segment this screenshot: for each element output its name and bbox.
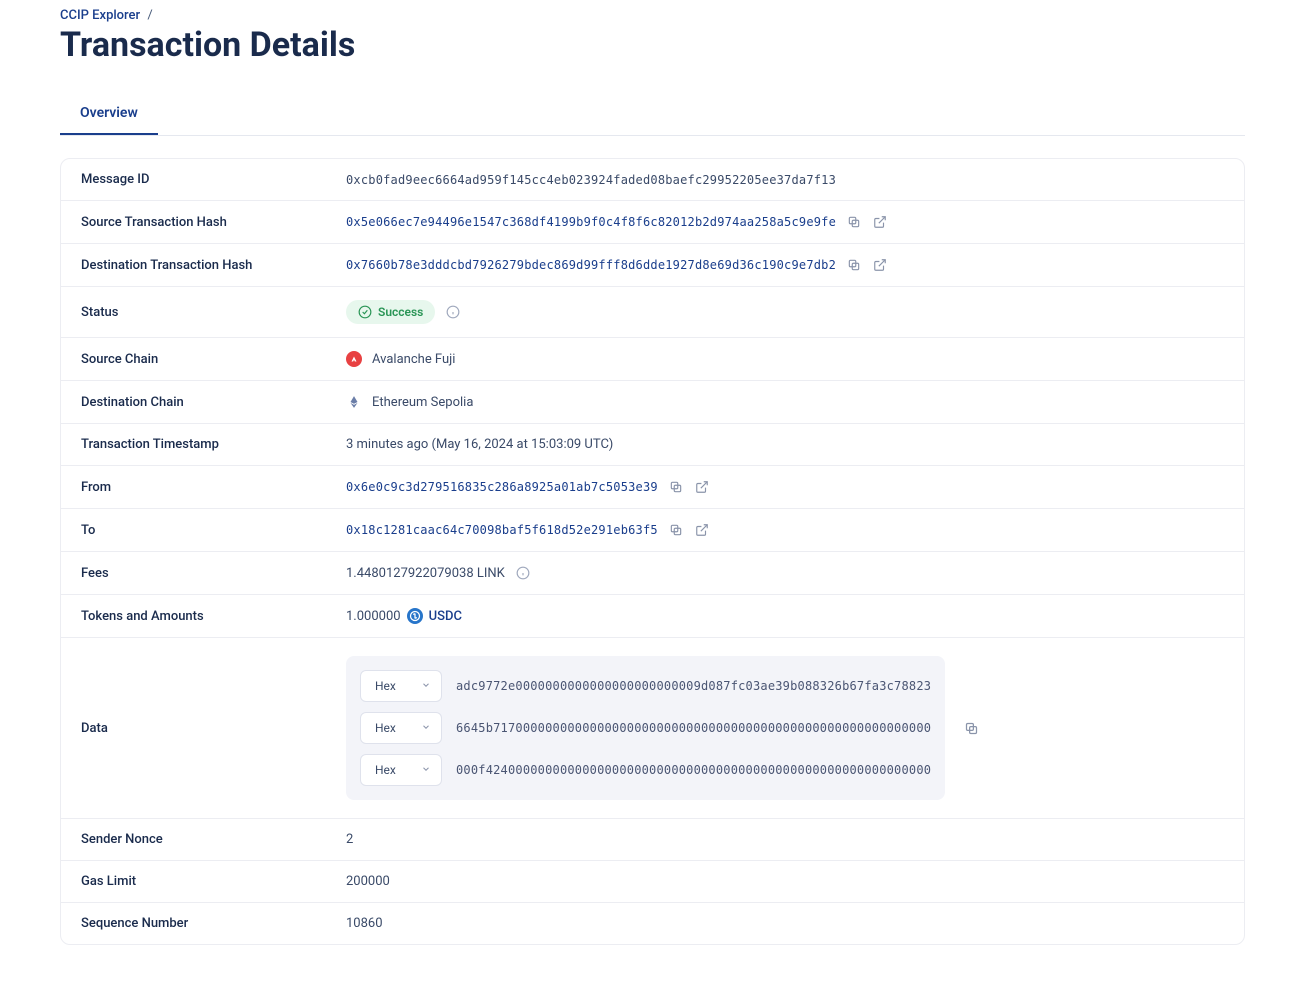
row-message-id: Message ID 0xcb0fad9eec6664ad959f145cc4e… (61, 159, 1244, 201)
copy-icon[interactable] (846, 257, 862, 273)
external-link-icon[interactable] (694, 522, 710, 538)
label-fees: Fees (81, 566, 346, 581)
label-status: Status (81, 305, 346, 320)
row-fees: Fees 1.4480127922079038 LINK (61, 552, 1244, 595)
data-panel: Hex adc9772e0000000000000000000000009d08… (346, 656, 945, 800)
copy-icon[interactable] (668, 522, 684, 538)
status-badge: Success (346, 300, 435, 324)
row-destination-tx-hash: Destination Transaction Hash 0x7660b78e3… (61, 244, 1244, 287)
transaction-details-card: Message ID 0xcb0fad9eec6664ad959f145cc4e… (60, 158, 1245, 945)
breadcrumb: CCIP Explorer / (60, 8, 1245, 23)
value-destination-chain: Ethereum Sepolia (372, 395, 473, 410)
data-row: Hex 000f42400000000000000000000000000000… (360, 754, 931, 786)
row-to: To 0x18c1281caac64c70098baf5f618d52e291e… (61, 509, 1244, 552)
row-from: From 0x6e0c9c3d279516835c286a8925a01ab7c… (61, 466, 1244, 509)
link-to-address[interactable]: 0x18c1281caac64c70098baf5f618d52e291eb63… (346, 523, 658, 537)
data-row: Hex 6645b7170000000000000000000000000000… (360, 712, 931, 744)
value-message-id: 0xcb0fad9eec6664ad959f145cc4eb023924fade… (346, 173, 1224, 187)
row-destination-chain: Destination Chain Ethereum Sepolia (61, 381, 1244, 424)
value-timestamp: 3 minutes ago (May 16, 2024 at 15:03:09 … (346, 437, 1224, 452)
row-sender-nonce: Sender Nonce 2 (61, 819, 1244, 861)
select-value: Hex (375, 763, 396, 777)
row-tokens: Tokens and Amounts 1.000000 USDC (61, 595, 1244, 638)
label-seq: Sequence Number (81, 916, 346, 931)
avalanche-chain-icon (346, 351, 362, 367)
row-gas-limit: Gas Limit 200000 (61, 861, 1244, 903)
data-hex-value: adc9772e0000000000000000000000009d087fc0… (456, 679, 931, 693)
breadcrumb-separator: / (147, 8, 152, 23)
ethereum-chain-icon (346, 394, 362, 410)
row-data: Data Hex adc9772e00000000000000000000000… (61, 638, 1244, 819)
data-row: Hex adc9772e0000000000000000000000009d08… (360, 670, 931, 702)
select-value: Hex (375, 721, 396, 735)
label-destination-chain: Destination Chain (81, 395, 346, 410)
value-source-chain: Avalanche Fuji (372, 352, 455, 367)
data-format-select[interactable]: Hex (360, 712, 442, 744)
value-seq: 10860 (346, 916, 1224, 931)
info-icon[interactable] (445, 304, 461, 320)
data-format-select[interactable]: Hex (360, 670, 442, 702)
data-hex-value: 000f424000000000000000000000000000000000… (456, 763, 931, 777)
label-data: Data (81, 721, 346, 736)
tab-overview[interactable]: Overview (60, 93, 158, 135)
link-source-tx-hash[interactable]: 0x5e066ec7e94496e1547c368df4199b9f0c4f8f… (346, 215, 836, 229)
check-circle-icon (358, 305, 372, 319)
copy-icon[interactable] (846, 214, 862, 230)
link-from-address[interactable]: 0x6e0c9c3d279516835c286a8925a01ab7c5053e… (346, 480, 658, 494)
external-link-icon[interactable] (694, 479, 710, 495)
label-gas: Gas Limit (81, 874, 346, 889)
row-timestamp: Transaction Timestamp 3 minutes ago (May… (61, 424, 1244, 466)
page-title: Transaction Details (60, 25, 1245, 65)
copy-icon[interactable] (668, 479, 684, 495)
data-format-select[interactable]: Hex (360, 754, 442, 786)
status-text: Success (378, 305, 423, 319)
label-from: From (81, 480, 346, 495)
chevron-down-icon (421, 763, 431, 777)
label-destination-tx-hash: Destination Transaction Hash (81, 258, 346, 273)
info-icon[interactable] (515, 565, 531, 581)
copy-icon[interactable] (963, 720, 979, 736)
chevron-down-icon (421, 721, 431, 735)
label-source-chain: Source Chain (81, 352, 346, 367)
external-link-icon[interactable] (872, 257, 888, 273)
label-timestamp: Transaction Timestamp (81, 437, 346, 452)
breadcrumb-root-link[interactable]: CCIP Explorer (60, 8, 140, 23)
label-source-tx-hash: Source Transaction Hash (81, 215, 346, 230)
label-nonce: Sender Nonce (81, 832, 346, 847)
chevron-down-icon (421, 679, 431, 693)
value-fees: 1.4480127922079038 LINK (346, 566, 505, 581)
token-amount: 1.000000 (346, 609, 401, 624)
row-status: Status Success (61, 287, 1244, 338)
external-link-icon[interactable] (872, 214, 888, 230)
token-symbol[interactable]: USDC (429, 609, 462, 624)
row-source-tx-hash: Source Transaction Hash 0x5e066ec7e94496… (61, 201, 1244, 244)
label-message-id: Message ID (81, 172, 346, 187)
link-destination-tx-hash[interactable]: 0x7660b78e3dddcbd7926279bdec869d99fff8d6… (346, 258, 836, 272)
label-to: To (81, 523, 346, 538)
select-value: Hex (375, 679, 396, 693)
row-sequence-number: Sequence Number 10860 (61, 903, 1244, 944)
value-gas: 200000 (346, 874, 1224, 889)
data-hex-value: 6645b71700000000000000000000000000000000… (456, 721, 931, 735)
label-tokens: Tokens and Amounts (81, 609, 346, 624)
usdc-token-icon (407, 608, 423, 624)
tabs: Overview (60, 93, 1245, 136)
row-source-chain: Source Chain Avalanche Fuji (61, 338, 1244, 381)
value-nonce: 2 (346, 832, 1224, 847)
